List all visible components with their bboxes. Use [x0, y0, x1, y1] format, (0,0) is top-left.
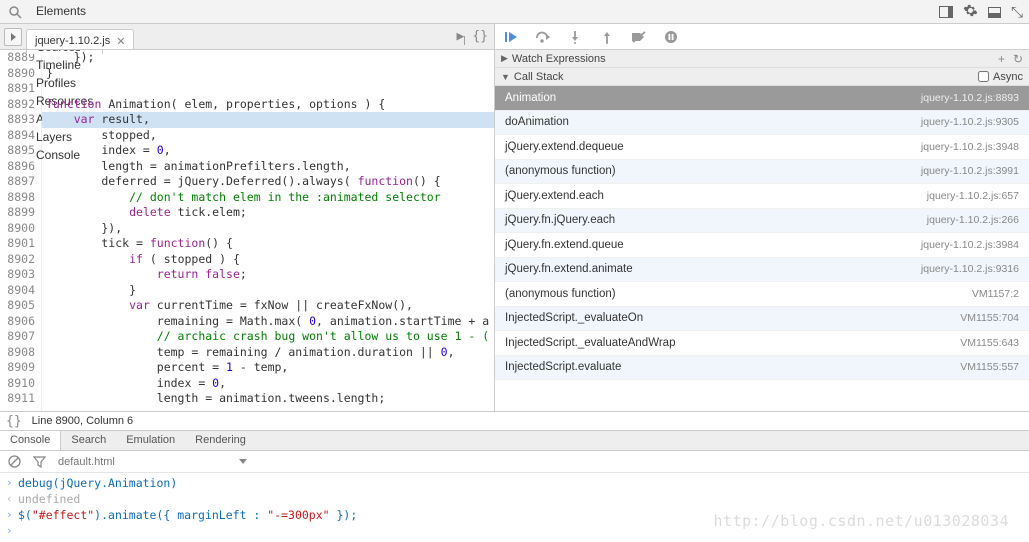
sources-left-pane: jquery-1.10.2.js ✕ ▶| {} 8889 8890 8891 …: [0, 24, 495, 411]
async-label: Async: [993, 71, 1023, 83]
drawer-tab-console[interactable]: Console: [0, 431, 61, 450]
frame-function: InjectedScript.evaluate: [505, 361, 621, 373]
console-input: debug(jQuery.Animation): [18, 475, 177, 491]
filter-icon[interactable]: [33, 456, 46, 468]
frame-function: Animation: [505, 92, 556, 104]
console-row: ‹undefined: [0, 491, 1029, 507]
step-into-icon[interactable]: [567, 29, 583, 45]
frame-location: VM1155:643: [960, 337, 1019, 349]
context-name: default.html: [58, 456, 115, 468]
stack-frame[interactable]: Animation jquery-1.10.2.js:8893: [495, 86, 1029, 111]
frame-location: VM1157:2: [972, 288, 1019, 300]
drawer-tab-emulation[interactable]: Emulation: [116, 431, 185, 450]
code-editor[interactable]: 8889 8890 8891 8892 8893 8894 8895 8896 …: [0, 50, 494, 411]
chevron-down-icon: [239, 459, 247, 464]
stack-frame[interactable]: jQuery.extend.each jquery-1.10.2.js:657: [495, 184, 1029, 209]
watermark: http://blog.csdn.net/u013028034: [714, 512, 1009, 530]
debugger-right-pane: ▶ Watch Expressions + ↻ ▼ Call Stack Asyn…: [495, 24, 1029, 411]
file-tab-name: jquery-1.10.2.js: [35, 35, 110, 47]
add-watch-icon[interactable]: +: [998, 52, 1005, 66]
pretty-print-status-icon[interactable]: {}: [6, 414, 22, 429]
dock-icon[interactable]: [988, 7, 1001, 18]
input-arrow-icon: ›: [6, 475, 18, 491]
frame-location: jquery-1.10.2.js:9316: [921, 263, 1019, 275]
input-arrow-icon: ›: [6, 507, 18, 523]
frame-location: jquery-1.10.2.js:657: [927, 190, 1019, 202]
navigator-toggle-icon[interactable]: [4, 28, 22, 46]
console-input: $("#effect").animate({ marginLeft : "-=3…: [18, 507, 357, 523]
frame-location: jquery-1.10.2.js:3984: [921, 239, 1019, 251]
console-body[interactable]: ›debug(jQuery.Animation)‹undefined›$("#e…: [0, 473, 1029, 541]
frame-location: jquery-1.10.2.js:8893: [921, 92, 1019, 104]
console-output: undefined: [18, 491, 80, 507]
frame-location: jquery-1.10.2.js:3991: [921, 165, 1019, 177]
file-tab[interactable]: jquery-1.10.2.js ✕: [26, 29, 134, 49]
frame-location: VM1155:557: [960, 361, 1019, 373]
drawer-tab-bar: ConsoleSearchEmulationRendering: [0, 431, 1029, 451]
step-over-icon[interactable]: [535, 29, 551, 45]
frame-function: jQuery.extend.each: [505, 190, 604, 202]
input-arrow-icon: ›: [6, 523, 18, 539]
settings-icon[interactable]: [963, 3, 978, 21]
pretty-print-icon[interactable]: {}: [472, 29, 488, 44]
watch-label: Watch Expressions: [512, 53, 606, 65]
pause-on-exceptions-icon[interactable]: [663, 29, 679, 45]
run-snippet-icon[interactable]: ▶|: [457, 29, 465, 44]
async-checkbox[interactable]: [978, 71, 989, 82]
stack-frame[interactable]: InjectedScript._evaluateOn VM1155:704: [495, 307, 1029, 332]
clear-console-icon[interactable]: [8, 455, 21, 468]
workspace: jquery-1.10.2.js ✕ ▶| {} 8889 8890 8891 …: [0, 24, 1029, 411]
frame-function: jQuery.fn.jQuery.each: [505, 214, 615, 226]
frame-function: InjectedScript._evaluateAndWrap: [505, 337, 675, 349]
frame-location: jquery-1.10.2.js:266: [927, 214, 1019, 226]
frame-function: jQuery.fn.extend.queue: [505, 239, 624, 251]
frame-function: jQuery.extend.dequeue: [505, 141, 624, 153]
collapse-icon: ▶: [501, 53, 508, 64]
file-tab-bar: jquery-1.10.2.js ✕ ▶| {}: [0, 24, 494, 50]
stack-frame[interactable]: (anonymous function) jquery-1.10.2.js:399…: [495, 160, 1029, 185]
call-stack-label: Call Stack: [514, 71, 564, 83]
deactivate-breakpoints-icon[interactable]: [631, 29, 647, 45]
drawer-tab-search[interactable]: Search: [61, 431, 116, 450]
watch-expressions-header[interactable]: ▶ Watch Expressions + ↻: [495, 50, 1029, 68]
resume-icon[interactable]: [503, 29, 519, 45]
expand-icon: ▼: [501, 72, 510, 82]
stack-frame[interactable]: jQuery.extend.dequeue jquery-1.10.2.js:39…: [495, 135, 1029, 160]
frame-location: VM1155:704: [960, 312, 1019, 324]
stack-frame[interactable]: InjectedScript.evaluate VM1155:557: [495, 356, 1029, 381]
drawer-toggle-icon[interactable]: [939, 6, 953, 18]
stack-frame[interactable]: (anonymous function) VM1157:2: [495, 282, 1029, 307]
call-stack-list: Animation jquery-1.10.2.js:8893 doAnimatio…: [495, 86, 1029, 411]
frame-location: jquery-1.10.2.js:9305: [921, 116, 1019, 128]
frame-location: jquery-1.10.2.js:3948: [921, 141, 1019, 153]
main-tab-elements[interactable]: Elements: [26, 0, 103, 18]
code-body[interactable]: }); } function Animation( elem, properti…: [42, 50, 494, 411]
frame-function: doAnimation: [505, 116, 569, 128]
stack-frame[interactable]: jQuery.fn.jQuery.each jquery-1.10.2.js:26…: [495, 209, 1029, 234]
frame-function: (anonymous function): [505, 288, 616, 300]
refresh-watch-icon[interactable]: ↻: [1013, 52, 1023, 66]
stack-frame[interactable]: InjectedScript._evaluateAndWrap VM1155:64…: [495, 331, 1029, 356]
frame-function: InjectedScript._evaluateOn: [505, 312, 643, 324]
stack-frame[interactable]: jQuery.fn.extend.queue jquery-1.10.2.js:3…: [495, 233, 1029, 258]
async-toggle[interactable]: Async: [978, 71, 1023, 83]
context-selector[interactable]: default.html: [58, 456, 247, 468]
console-toolbar: default.html: [0, 451, 1029, 473]
output-arrow-icon: ‹: [6, 491, 18, 507]
frame-function: (anonymous function): [505, 165, 616, 177]
console-row: ›debug(jQuery.Animation): [0, 475, 1029, 491]
frame-function: jQuery.fn.extend.animate: [505, 263, 633, 275]
step-out-icon[interactable]: [599, 29, 615, 45]
debug-toolbar: [495, 24, 1029, 50]
close-icon[interactable]: ✕: [116, 35, 125, 48]
editor-status-bar: {} Line 8900, Column 6: [0, 411, 1029, 431]
cursor-position: Line 8900, Column 6: [32, 415, 134, 427]
call-stack-header[interactable]: ▼ Call Stack Async: [495, 68, 1029, 86]
drawer-tab-rendering[interactable]: Rendering: [185, 431, 256, 450]
popout-icon[interactable]: ⤡: [1011, 4, 1023, 21]
inspect-icon[interactable]: [4, 0, 26, 23]
stack-frame[interactable]: doAnimation jquery-1.10.2.js:9305: [495, 111, 1029, 136]
stack-frame[interactable]: jQuery.fn.extend.animate jquery-1.10.2.js…: [495, 258, 1029, 283]
main-tab-bar: ElementsNetworkSourcesTimelineProfilesRe…: [0, 0, 1029, 24]
